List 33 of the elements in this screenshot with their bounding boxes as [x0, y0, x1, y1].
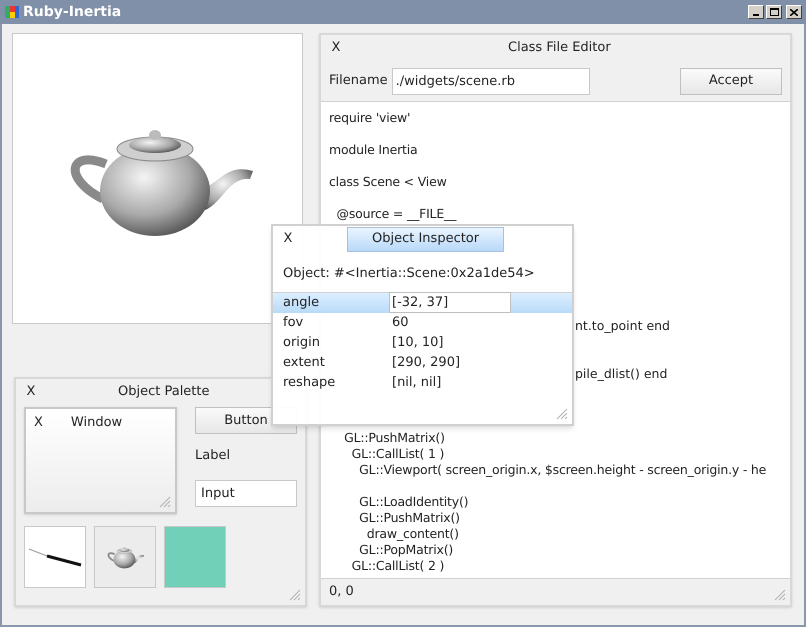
panel-title: Object Inspector [347, 226, 504, 252]
code-line: require 'view' [329, 110, 412, 126]
property-name: origin [282, 334, 322, 352]
panel-title: Class File Editor [508, 39, 611, 58]
code-line: draw_content() [366, 526, 460, 542]
code-line: pile_dlist() end [575, 366, 668, 382]
code-line: GL::CallList( 1 ) [350, 446, 446, 462]
code-line: GL::Viewport( screen_origin.x, $screen.height - screen_origin.y - he [358, 462, 768, 478]
object-label: Object: #<Inertia::Scene:0x2a1de54> [282, 265, 536, 283]
code-line: GL::PopMatrix() [358, 542, 454, 558]
label-widget: Label [195, 447, 232, 465]
property-value: 60 [391, 314, 409, 332]
property-value: [nil, nil] [391, 374, 442, 392]
code-line: module Inertia [329, 142, 418, 158]
property-name: angle [282, 294, 320, 312]
code-line: @source = __FILE__ [336, 206, 458, 222]
code-line: GL::CallList( 2 ) [350, 558, 446, 574]
filename-label: Filename [329, 72, 388, 90]
code-line: GL::PushMatrix() [358, 510, 461, 526]
close-label: X [34, 414, 43, 432]
panel-title: Object Palette [118, 383, 210, 402]
property-name: fov [282, 314, 304, 332]
window-title: Ruby-Inertia [23, 2, 122, 22]
code-line: nt.to_point end [575, 318, 670, 334]
code-line: class Scene < View [329, 174, 448, 190]
code-line: GL::LoadIdentity() [358, 494, 470, 510]
property-value: [290, 290] [391, 354, 460, 372]
property-name: reshape [282, 374, 336, 392]
property-name: extent [282, 354, 326, 372]
property-value: [10, 10] [391, 334, 444, 352]
window-widget-title: Window [70, 414, 122, 432]
status-text: 0, 0 [329, 583, 354, 602]
code-line: GL::PushMatrix() [343, 430, 446, 446]
